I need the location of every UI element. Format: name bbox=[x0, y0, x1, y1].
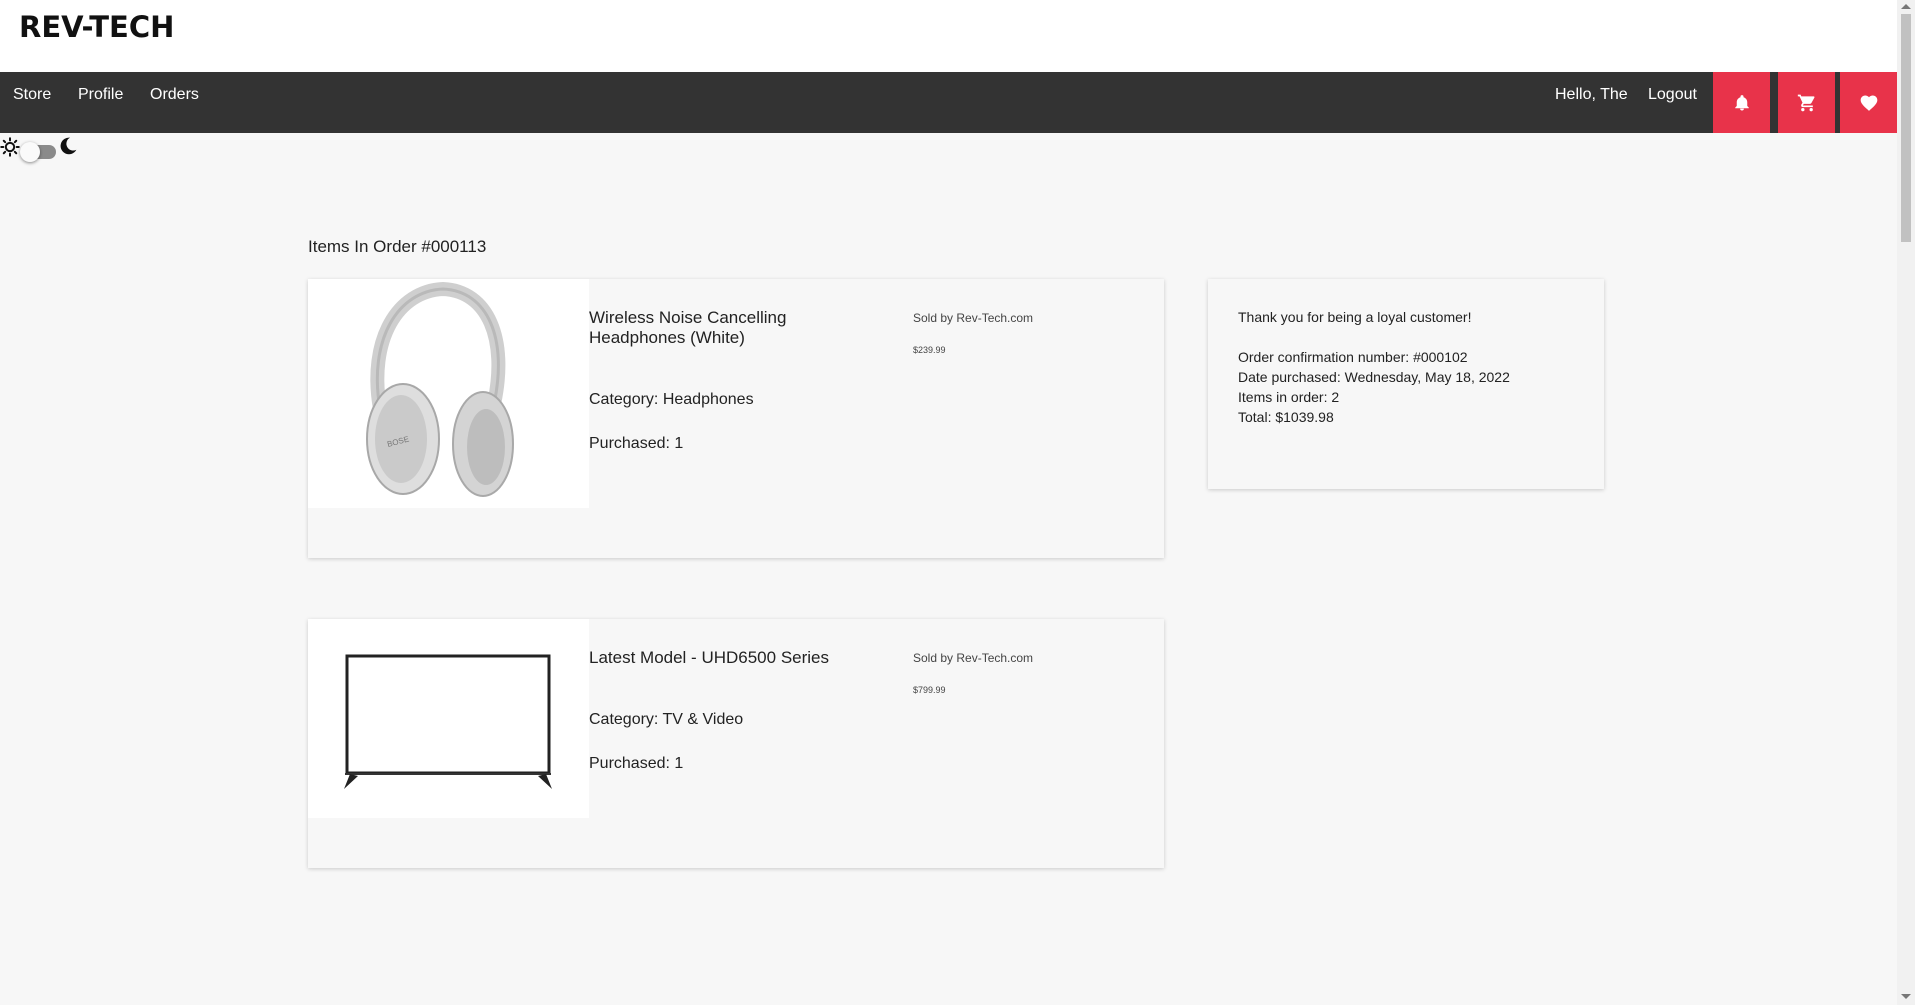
product-quantity: Purchased: 1 bbox=[589, 755, 683, 773]
nav-store-link[interactable]: Store bbox=[13, 72, 51, 133]
category-label: Category: bbox=[589, 391, 659, 408]
cart-icon bbox=[1797, 94, 1814, 111]
product-image-television[interactable] bbox=[308, 619, 589, 818]
headphones-illustration: BOSE bbox=[366, 281, 514, 497]
purchased-value: 1 bbox=[674, 435, 684, 452]
bell-icon bbox=[1734, 94, 1749, 110]
order-total: Total: $1039.98 bbox=[1238, 409, 1334, 425]
product-category: Category: TV & Video bbox=[589, 711, 743, 729]
user-greeting: Hello, The bbox=[1555, 86, 1628, 103]
category-label: Category: bbox=[589, 711, 659, 728]
moon-icon bbox=[60, 137, 77, 155]
product-name[interactable]: Latest Model - UHD6500 Series bbox=[589, 648, 839, 668]
product-image-headphones[interactable]: BOSE bbox=[308, 279, 589, 508]
brand-logo[interactable]: REV-TECH bbox=[19, 10, 174, 44]
product-quantity: Purchased: 1 bbox=[589, 435, 683, 453]
television-illustration bbox=[344, 654, 552, 789]
seller-label: Sold by Rev-Tech.com bbox=[913, 311, 1034, 325]
heart-icon bbox=[1860, 95, 1877, 111]
purchase-date: Date purchased: Wednesday, May 18, 2022 bbox=[1238, 369, 1510, 385]
theme-switch[interactable] bbox=[20, 142, 56, 162]
purchased-label: Purchased: bbox=[589, 755, 670, 772]
sun-icon bbox=[0, 137, 20, 157]
category-value: TV & Video bbox=[662, 711, 744, 728]
order-item-card: BOSE Wireless Noise Cancelling Headphone… bbox=[308, 279, 1164, 558]
site-header: REV-TECH bbox=[0, 0, 1897, 72]
scroll-thumb[interactable] bbox=[1901, 14, 1911, 242]
items-count: Items in order: 2 bbox=[1238, 389, 1340, 405]
nav-orders-link[interactable]: Orders bbox=[150, 72, 199, 133]
notifications-button[interactable] bbox=[1713, 72, 1770, 133]
product-name[interactable]: Wireless Noise Cancelling Headphones (Wh… bbox=[589, 308, 839, 348]
order-summary-card: Thank you for being a loyal customer! Or… bbox=[1208, 279, 1604, 489]
category-value: Headphones bbox=[662, 391, 754, 408]
wishlist-button[interactable] bbox=[1840, 72, 1897, 133]
page-scrollbar[interactable] bbox=[1897, 0, 1915, 1005]
theme-switch-knob bbox=[20, 142, 40, 162]
seller-label: Sold by Rev-Tech.com bbox=[913, 651, 1034, 665]
confirmation-number: Order confirmation number: #000102 bbox=[1238, 349, 1468, 365]
product-price: $799.99 bbox=[913, 685, 946, 695]
nav-profile-link[interactable]: Profile bbox=[78, 72, 123, 133]
cart-button[interactable] bbox=[1778, 72, 1835, 133]
product-price: $239.99 bbox=[913, 345, 946, 355]
scroll-down-arrow[interactable] bbox=[1901, 994, 1911, 999]
scroll-up-arrow[interactable] bbox=[1901, 4, 1911, 9]
purchased-value: 1 bbox=[674, 755, 684, 772]
thank-you-message: Thank you for being a loyal customer! bbox=[1238, 309, 1472, 325]
order-item-card: Latest Model - UHD6500 Series Category: … bbox=[308, 619, 1164, 868]
purchased-label: Purchased: bbox=[589, 435, 670, 452]
product-category: Category: Headphones bbox=[589, 391, 754, 409]
main-navbar: Store Profile Orders Hello, The Logout bbox=[0, 72, 1897, 133]
logout-link[interactable]: Logout bbox=[1648, 72, 1697, 133]
order-heading: Items In Order #000113 bbox=[308, 237, 487, 256]
theme-toggle[interactable] bbox=[0, 136, 80, 162]
